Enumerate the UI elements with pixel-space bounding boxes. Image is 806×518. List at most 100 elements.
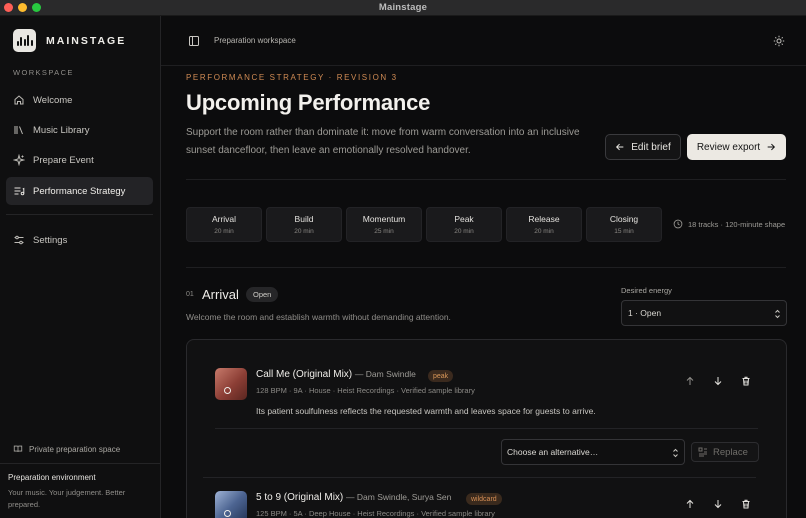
- library-icon: [14, 126, 23, 135]
- zoom-window-button[interactable]: [32, 3, 41, 12]
- sidebar-item-label: Performance Strategy: [33, 185, 126, 197]
- workspace-label: Preparation workspace: [214, 36, 296, 45]
- move-down-icon[interactable]: [713, 499, 723, 509]
- phases-divider: [186, 267, 786, 268]
- track-title-text: 5 to 9 (Original Mix): [256, 492, 344, 503]
- phase-name: Release: [528, 214, 560, 224]
- sidebar-section-label: WORKSPACE: [13, 68, 74, 77]
- energy-select[interactable]: 1 · Open: [621, 300, 787, 326]
- book-icon: [13, 445, 23, 452]
- track-title-text: Call Me (Original Mix): [256, 369, 353, 380]
- phase-card-momentum[interactable]: Momentum 25 min: [346, 207, 422, 242]
- phase-card-release[interactable]: Release 20 min: [506, 207, 582, 242]
- track-title: 5 to 9 (Original Mix) — Dam Swindle, Sur…: [256, 492, 451, 503]
- step-title: Arrival: [202, 287, 239, 302]
- review-export-button[interactable]: Review export: [687, 134, 786, 160]
- updown-chevron-icon: [673, 448, 678, 458]
- status-badge: Open: [246, 287, 279, 302]
- tracks-summary: 18 tracks · 120-minute shape: [673, 219, 785, 229]
- sidebar-item-music-library[interactable]: Music Library: [6, 116, 153, 144]
- environment-subtitle-line1: Your music. Your judgement. Better: [8, 488, 126, 497]
- tracks-summary-text: 18 tracks · 120-minute shape: [688, 219, 786, 229]
- sidebar-divider: [6, 214, 153, 215]
- environment-title: Preparation environment: [8, 473, 96, 482]
- traffic-lights: [4, 3, 41, 12]
- track-divider: [203, 477, 756, 478]
- replace-label: Replace: [713, 446, 748, 458]
- delete-trash-icon[interactable]: [741, 499, 751, 509]
- replace-swap-icon: [698, 447, 707, 457]
- delete-trash-icon[interactable]: [741, 376, 751, 386]
- brand-name: MAINSTAGE: [46, 34, 127, 47]
- sidebar-item-label: Music Library: [33, 124, 90, 136]
- phase-name: Closing: [609, 214, 639, 224]
- sidebar-item-label: Prepare Event: [33, 154, 94, 166]
- environment-panel: Preparation environment Your music. Your…: [0, 463, 161, 518]
- window-titlebar: Mainstage: [0, 0, 806, 16]
- music-note-icon: [224, 387, 231, 394]
- brand[interactable]: MAINSTAGE: [13, 29, 126, 52]
- track-meta: 125 BPM · 5A · Deep House · Heist Record…: [256, 509, 495, 518]
- move-up-icon[interactable]: [685, 499, 695, 509]
- window-title: Mainstage: [378, 2, 428, 13]
- toggle-sidebar-icon[interactable]: [188, 35, 200, 47]
- home-icon: [14, 95, 24, 105]
- track-reason: Its patient soulfulness reflects the req…: [256, 406, 596, 416]
- phase-name: Arrival: [211, 214, 237, 224]
- replace-button[interactable]: Replace: [691, 442, 759, 462]
- review-export-label: Review export: [696, 141, 761, 153]
- track-artist: — Dam Swindle, Surya Sen: [346, 492, 452, 502]
- sidebar-item-welcome[interactable]: Welcome: [6, 86, 153, 114]
- sparkle-icon: [13, 154, 25, 166]
- sidebar-item-label: Welcome: [33, 94, 73, 106]
- main-content: Preparation workspace PERFORMANCE STRATE…: [161, 16, 806, 518]
- track-title: Call Me (Original Mix) — Dam Swindle: [256, 369, 416, 380]
- phase-card-build[interactable]: Build 20 min: [266, 207, 342, 242]
- energy-select-value: 1 · Open: [628, 308, 662, 318]
- phase-duration: 20 min: [534, 228, 554, 235]
- sliders-icon: [14, 235, 24, 245]
- private-space-label: Private preparation space: [29, 444, 121, 454]
- step-description: Welcome the room and establish warmth wi…: [186, 312, 451, 322]
- track-list-card: Call Me (Original Mix) — Dam Swindle pea…: [186, 339, 787, 518]
- sidebar-item-performance-strategy[interactable]: Performance Strategy: [6, 177, 153, 205]
- edit-brief-button[interactable]: Edit brief: [605, 134, 681, 160]
- arrow-right-icon: [767, 143, 776, 151]
- music-note-icon: [224, 510, 231, 517]
- sidebar-item-prepare-event[interactable]: Prepare Event: [6, 146, 153, 174]
- phase-duration: 15 min: [614, 228, 634, 235]
- track-divider: [215, 428, 758, 429]
- minimize-window-button[interactable]: [18, 3, 27, 12]
- phase-card-peak[interactable]: Peak 20 min: [426, 207, 502, 242]
- alternative-select-value: Choose an alternative…: [507, 447, 599, 457]
- phase-card-arrival[interactable]: Arrival 20 min: [186, 207, 262, 242]
- clock-icon: [673, 219, 683, 229]
- sidebar-item-settings[interactable]: Settings: [6, 226, 153, 254]
- track-artist: — Dam Swindle: [354, 369, 416, 379]
- phase-duration: 20 min: [454, 228, 474, 235]
- updown-chevron-icon: [775, 309, 780, 319]
- phase-name: Momentum: [362, 214, 406, 224]
- theme-toggle-sun-icon[interactable]: [773, 35, 785, 47]
- arrow-left-icon: [616, 143, 624, 151]
- phase-name: Build: [294, 214, 314, 224]
- phase-card-closing[interactable]: Closing 15 min: [586, 207, 662, 242]
- alternative-select[interactable]: Choose an alternative…: [501, 439, 685, 465]
- move-up-icon[interactable]: [685, 376, 695, 386]
- phase-duration: 20 min: [294, 228, 314, 235]
- album-art: [215, 491, 247, 518]
- phase-duration: 25 min: [374, 228, 394, 235]
- header-divider: [186, 179, 786, 180]
- track-meta: 128 BPM · 9A · House · Heist Recordings …: [256, 386, 475, 395]
- album-art: [215, 368, 247, 400]
- brand-logo-icon: [13, 29, 36, 52]
- phase-duration: 20 min: [214, 228, 234, 235]
- close-window-button[interactable]: [4, 3, 13, 12]
- track-tag-badge: peak: [428, 370, 454, 382]
- page-title: Upcoming Performance: [186, 90, 431, 115]
- environment-subtitle-line2: prepared.: [8, 500, 41, 509]
- energy-label: Desired energy: [621, 286, 672, 295]
- revision-eyebrow: PERFORMANCE STRATEGY · REVISION 3: [186, 73, 398, 82]
- move-down-icon[interactable]: [713, 376, 723, 386]
- page-description: Support the room rather than dominate it…: [186, 127, 580, 156]
